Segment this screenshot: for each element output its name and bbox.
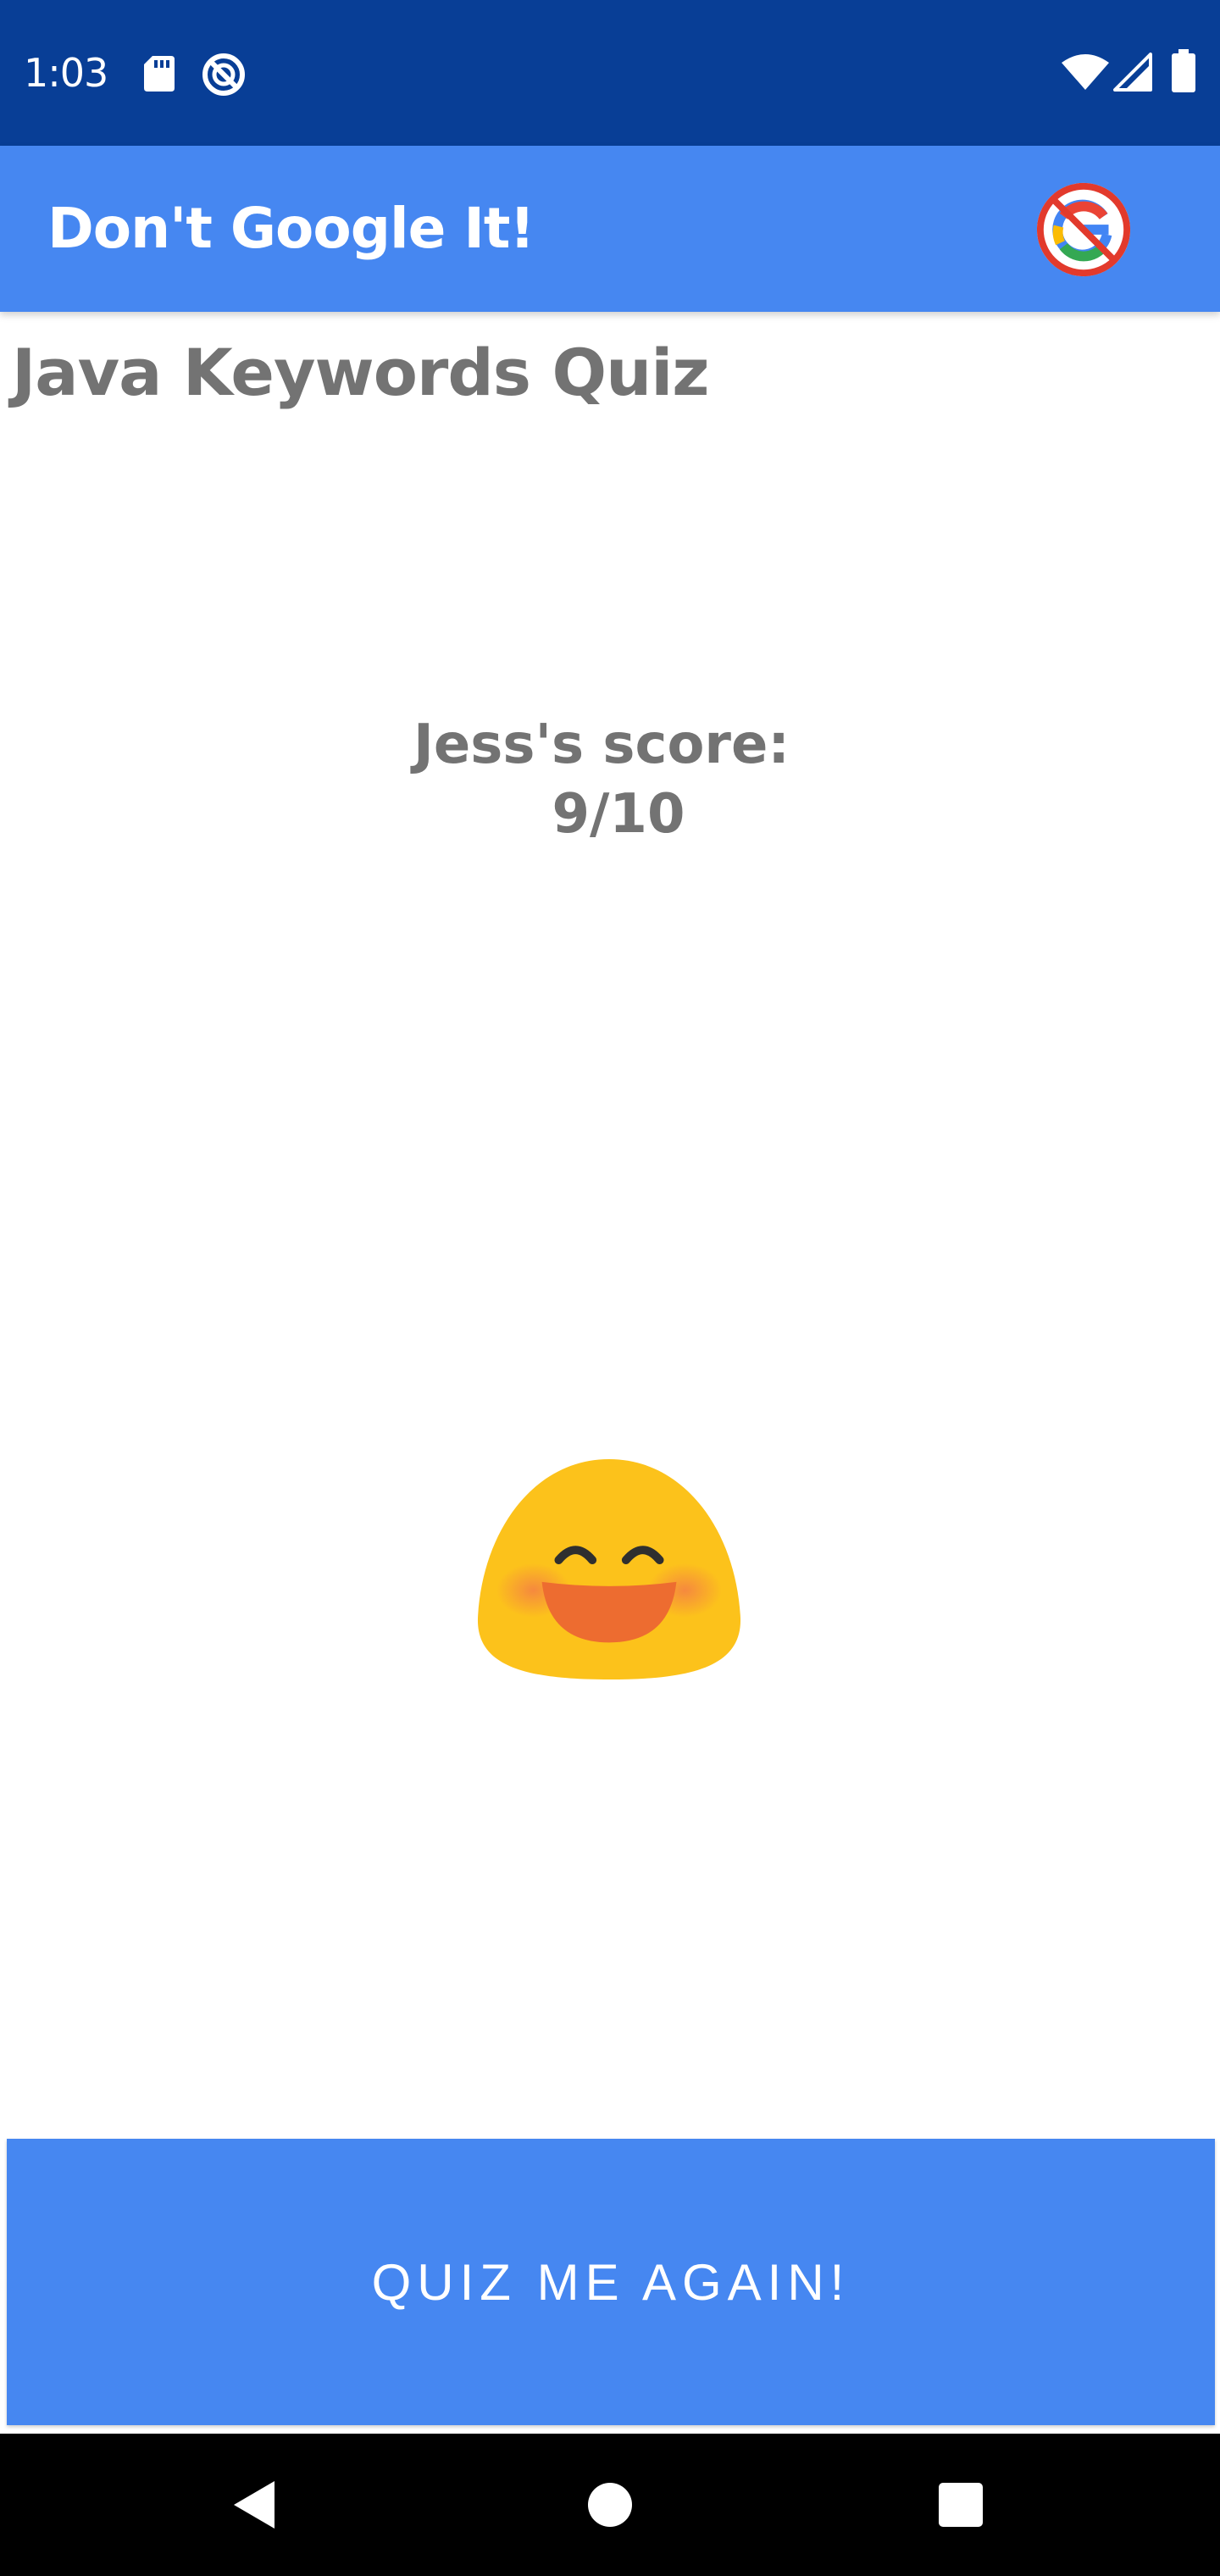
do-not-disturb-icon: [202, 53, 245, 96]
score-block: Jess's score: 9/10: [0, 710, 1220, 849]
back-icon[interactable]: [229, 2478, 280, 2532]
status-bar: 1:03: [0, 0, 1220, 146]
no-google-logo-icon[interactable]: [1034, 180, 1134, 280]
app-title: Don't Google It!: [47, 196, 535, 261]
cell-signal-icon: [1113, 53, 1152, 92]
home-icon[interactable]: [586, 2481, 634, 2529]
navigation-bar: [0, 2434, 1220, 2576]
smiling-face-emoji-icon: [477, 1458, 741, 1680]
quiz-title: Java Keywords Quiz: [12, 335, 709, 410]
wifi-icon: [1062, 54, 1109, 90]
app-bar: Don't Google It!: [0, 146, 1220, 312]
battery-icon: [1172, 49, 1195, 92]
recents-icon[interactable]: [939, 2483, 983, 2527]
score-value: 9/10: [552, 783, 685, 846]
score-label: Jess's score:: [413, 713, 790, 776]
sd-card-icon: [144, 56, 175, 92]
quiz-me-again-button[interactable]: QUIZ ME AGAIN!: [7, 2139, 1215, 2425]
status-time: 1:03: [24, 50, 108, 96]
